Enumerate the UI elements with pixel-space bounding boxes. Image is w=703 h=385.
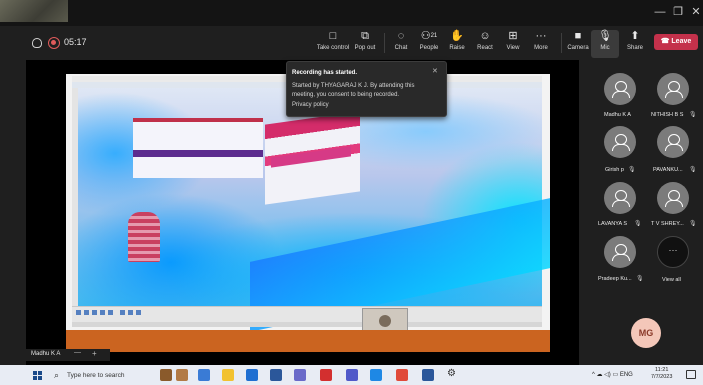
participant-name: LAVANYA S xyxy=(598,221,628,227)
app-icon[interactable] xyxy=(160,369,172,381)
mic-off-icon: 🎙 xyxy=(634,221,642,227)
teams-icon[interactable] xyxy=(346,369,358,381)
viewer-tool-icon xyxy=(100,310,105,315)
participant-name: Pradeep Ku... xyxy=(598,276,632,282)
taskbar-clock[interactable]: 11:21 7/7/2023 xyxy=(651,367,672,381)
more-icon: ··· xyxy=(535,30,547,42)
system-tray[interactable]: ^ ☁ ◁) ▭ ENG xyxy=(592,371,633,378)
notification-body: Started by THYAGARAJ K J. By attending t… xyxy=(292,83,415,98)
meeting-timer: 05:17 xyxy=(64,37,87,47)
viewer-status-bar xyxy=(72,322,542,327)
privacy-policy-link[interactable]: Privacy policy xyxy=(292,102,329,108)
avatar[interactable] xyxy=(657,126,689,158)
word-icon[interactable] xyxy=(422,369,434,381)
avatar[interactable] xyxy=(604,73,636,105)
language-indicator[interactable]: ENG xyxy=(620,372,633,378)
settings-gear-icon[interactable]: ⚙ xyxy=(447,368,456,379)
maximize-window-icon[interactable]: ❐ xyxy=(670,5,686,19)
phone-icon: ☎ xyxy=(660,38,672,45)
participant-name: Girish p xyxy=(605,167,624,173)
avatar[interactable] xyxy=(604,182,636,214)
battery-icon[interactable]: ▭ xyxy=(612,372,618,378)
participant-name: Madhu K A xyxy=(604,112,631,118)
more-button[interactable]: ··· More xyxy=(522,30,560,58)
taskbar-search-input[interactable]: Type here to search xyxy=(67,372,124,379)
viewer-tool-icon xyxy=(120,310,125,315)
participant-name: T V SHREY... xyxy=(651,221,684,227)
share-icon: ⬆ xyxy=(630,30,640,42)
viewer-toolbar xyxy=(72,306,542,322)
leave-button[interactable]: ☎ Leave xyxy=(654,34,698,50)
avatar[interactable] xyxy=(657,182,689,214)
teams-meeting-window: — ❐ ✕ 05:17 □ Take control ⧉ Pop out ◌ Chat… xyxy=(0,0,703,385)
participant-name: PAVANKU... xyxy=(653,167,683,173)
view-all-button[interactable]: ··· xyxy=(657,236,689,268)
mic-button[interactable]: 🎙 Mic xyxy=(591,30,619,58)
edge-icon[interactable] xyxy=(246,369,258,381)
people-count: 21 xyxy=(430,33,438,39)
view-all-label[interactable]: View all xyxy=(662,277,681,283)
viewer-tool-icon xyxy=(108,310,113,315)
participant-name: NITHISH B S xyxy=(651,112,684,118)
title-bar xyxy=(0,0,703,26)
mic-off-icon: 🎙 xyxy=(636,276,644,282)
avatar[interactable] xyxy=(604,126,636,158)
mic-off-icon: 🎙 xyxy=(689,112,697,118)
point-cloud-building xyxy=(133,118,263,178)
pop-out-icon: ⧉ xyxy=(361,30,369,42)
windows-start-icon[interactable] xyxy=(33,371,42,380)
folder-icon[interactable] xyxy=(222,369,234,381)
volume-icon[interactable]: ◁) xyxy=(604,372,611,378)
viewer-tool-icon xyxy=(92,310,97,315)
notification-center-icon[interactable] xyxy=(686,370,696,379)
avatar[interactable] xyxy=(657,73,689,105)
pdf-icon[interactable] xyxy=(320,369,332,381)
share-button[interactable]: ⬆ Share xyxy=(616,30,654,58)
chevron-up-icon[interactable]: ^ xyxy=(592,372,595,378)
close-window-icon[interactable]: ✕ xyxy=(688,5,703,19)
add-button[interactable]: + xyxy=(92,349,97,358)
taskbar-time: 11:21 xyxy=(655,367,669,373)
notification-title: Recording has started. xyxy=(292,70,358,76)
network-icon[interactable]: ☁ xyxy=(597,372,603,378)
mic-off-icon: 🎙 xyxy=(689,167,697,173)
minimize-window-icon[interactable]: — xyxy=(652,5,668,19)
avatar[interactable] xyxy=(604,236,636,268)
taskview-icon[interactable] xyxy=(198,369,210,381)
webcam-lens xyxy=(379,315,391,327)
app-icon[interactable] xyxy=(294,369,306,381)
point-cloud-sign xyxy=(128,212,160,262)
mic-off-icon: 🎙 xyxy=(689,221,697,227)
mic-off-icon: 🎙 xyxy=(628,167,636,173)
recording-icon xyxy=(48,37,60,49)
chrome-icon[interactable] xyxy=(396,369,408,381)
viewer-tool-icon xyxy=(76,310,81,315)
taskbar-date: 7/7/2023 xyxy=(651,374,673,380)
people-icon: ⚇ xyxy=(420,30,431,42)
viewer-tool-icon xyxy=(136,310,141,315)
pop-out-button[interactable]: ⧉ Pop out xyxy=(346,30,384,58)
self-avatar[interactable]: MG xyxy=(631,318,661,348)
video-thumbnail[interactable] xyxy=(0,0,68,22)
app-icon[interactable] xyxy=(270,369,282,381)
presenter-webcam xyxy=(362,308,408,332)
close-icon[interactable]: ✕ xyxy=(432,67,438,75)
point-cloud-building-band xyxy=(133,150,263,157)
search-icon[interactable]: ⌕ xyxy=(54,370,59,381)
viewer-tool-icon xyxy=(128,310,133,315)
self-name: Madhu K A xyxy=(31,351,61,357)
mic-icon: 🎙 xyxy=(598,30,612,42)
app-icon[interactable] xyxy=(370,369,382,381)
minimize-self-view-button[interactable]: — xyxy=(74,349,81,356)
viewer-tool-icon xyxy=(84,310,89,315)
slide-footer-bar xyxy=(66,330,550,352)
shield-icon[interactable] xyxy=(32,38,42,48)
app-icon[interactable] xyxy=(176,369,188,381)
